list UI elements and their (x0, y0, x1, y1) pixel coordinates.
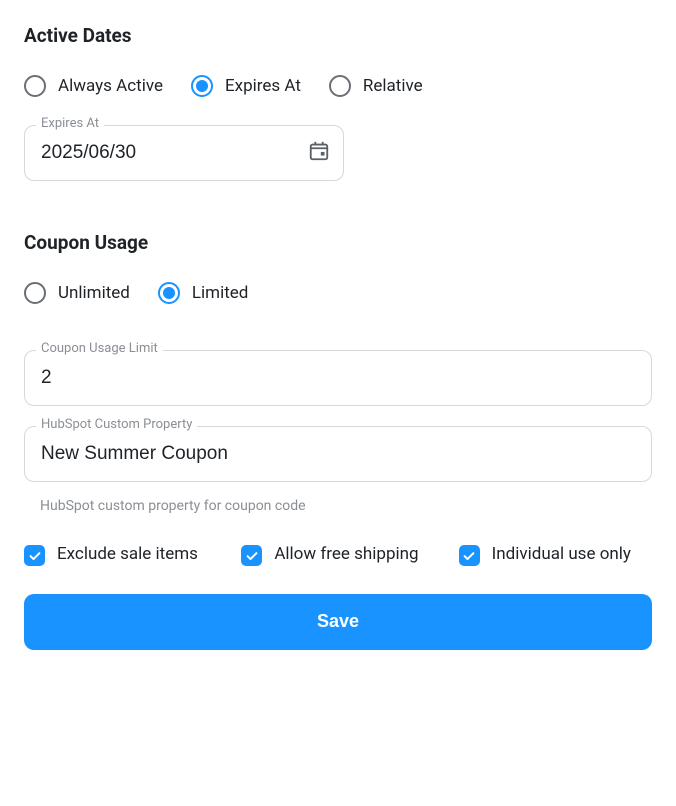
radio-limited[interactable]: Limited (158, 282, 249, 304)
checkbox-label: Allow free shipping (274, 542, 418, 568)
checkbox-checked-icon (241, 545, 262, 566)
radio-dot-icon (329, 75, 351, 97)
checkbox-exclude-sale[interactable]: Exclude sale items (24, 542, 217, 568)
field-label: HubSpot Custom Property (36, 417, 197, 432)
radio-unlimited[interactable]: Unlimited (24, 282, 130, 304)
active-dates-radio-group: Always Active Expires At Relative (24, 75, 652, 97)
radio-label: Relative (363, 76, 423, 96)
radio-label: Unlimited (58, 283, 130, 303)
coupon-usage-limit-field: Coupon Usage Limit (24, 350, 652, 406)
field-label: Expires At (36, 116, 104, 131)
coupon-usage-heading: Coupon Usage (24, 231, 652, 254)
calendar-icon[interactable] (308, 140, 330, 166)
checkbox-checked-icon (24, 545, 45, 566)
radio-label: Limited (192, 283, 249, 303)
coupon-usage-limit-input[interactable] (24, 350, 652, 406)
hubspot-helper-text: HubSpot custom property for coupon code (40, 498, 652, 514)
coupon-usage-radio-group: Unlimited Limited (24, 282, 652, 304)
options-checkbox-row: Exclude sale items Allow free shipping I… (24, 542, 652, 568)
checkbox-free-shipping[interactable]: Allow free shipping (241, 542, 434, 568)
active-dates-heading: Active Dates (24, 24, 652, 47)
radio-dot-icon (24, 75, 46, 97)
radio-relative[interactable]: Relative (329, 75, 423, 97)
field-label: Coupon Usage Limit (36, 341, 163, 356)
checkbox-individual-use[interactable]: Individual use only (459, 542, 652, 568)
checkbox-label: Exclude sale items (57, 542, 198, 568)
hubspot-property-input[interactable] (24, 426, 652, 482)
radio-always-active[interactable]: Always Active (24, 75, 163, 97)
radio-dot-icon (24, 282, 46, 304)
checkbox-label: Individual use only (492, 542, 631, 568)
expires-at-input[interactable] (24, 125, 344, 181)
radio-expires-at[interactable]: Expires At (191, 75, 301, 97)
hubspot-property-field: HubSpot Custom Property (24, 426, 652, 482)
checkbox-checked-icon (459, 545, 480, 566)
expires-at-field: Expires At (24, 125, 344, 181)
radio-dot-icon (158, 282, 180, 304)
save-button[interactable]: Save (24, 594, 652, 650)
radio-label: Expires At (225, 76, 301, 96)
radio-label: Always Active (58, 76, 163, 96)
radio-dot-icon (191, 75, 213, 97)
